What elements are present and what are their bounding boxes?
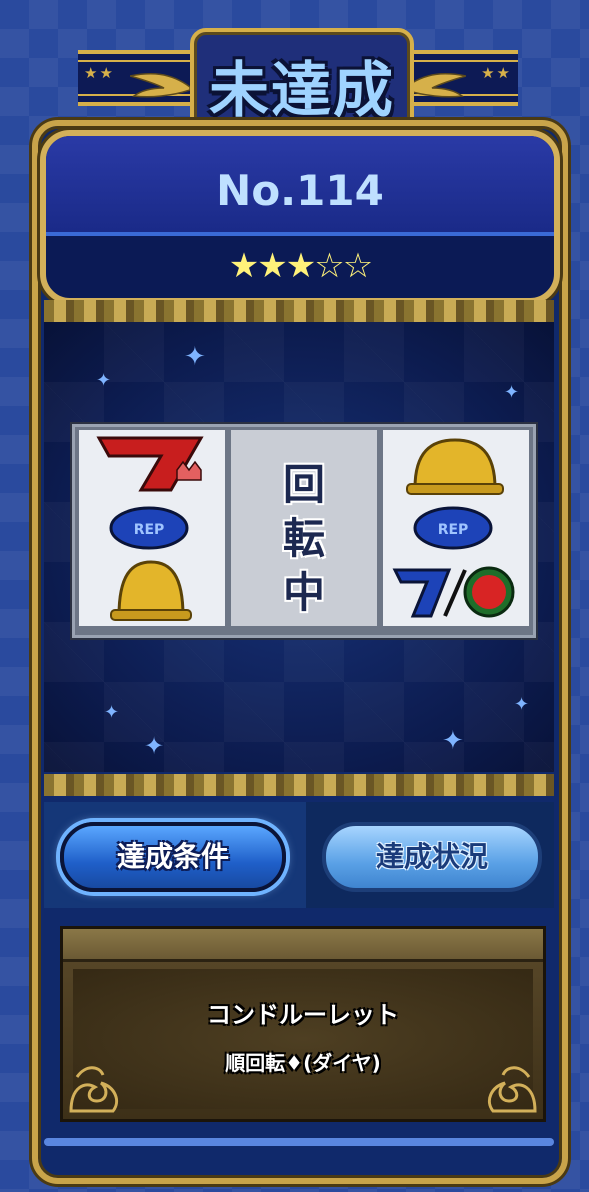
ornament-right-icon <box>488 1066 537 1113</box>
title-banner: ★★ ★★ 未達成 <box>78 28 518 136</box>
banner-stars-right-icon: ★★ <box>481 64 512 82</box>
footer-bar <box>44 1138 554 1146</box>
wing-left-icon <box>130 72 190 98</box>
banner-stars-left-icon: ★★ <box>84 64 115 82</box>
reel-left: REP <box>79 430 225 626</box>
sparkle-icon: ✦ <box>104 702 120 723</box>
gold-border-band <box>44 300 554 322</box>
sparkle-icon: ✦ <box>504 382 520 403</box>
tab-conditions[interactable]: 達成条件 <box>60 822 286 892</box>
blue-seven-watermelon-icon <box>392 566 515 618</box>
blue-replay-icon: REP <box>413 506 493 550</box>
sparkle-icon: ✦ <box>96 370 112 391</box>
gold-bell-icon <box>110 560 192 621</box>
red-seven-crown-icon <box>96 436 204 492</box>
reel-center-spinning: 回 転 中 <box>231 430 377 626</box>
gold-border-band <box>44 774 554 796</box>
tab-progress[interactable]: 達成状況 <box>322 822 542 892</box>
status-title: 未達成 <box>209 56 395 126</box>
condition-title: コンドルーレット <box>207 1001 399 1029</box>
achievement-number: No.114 <box>216 166 384 215</box>
condition-box: コンドルーレット 順回転♦(ダイヤ) <box>60 926 546 1122</box>
star-rating: ★★★☆☆ <box>228 246 373 286</box>
wing-right-icon <box>406 72 466 98</box>
svg-text:REP: REP <box>438 522 469 538</box>
slot-reels: REP 回 転 中 REP <box>72 424 536 638</box>
sparkle-icon: ✦ <box>184 342 206 372</box>
svg-text:REP: REP <box>134 522 165 538</box>
ornament-left-icon <box>69 1066 118 1113</box>
sparkle-icon: ✦ <box>514 694 530 715</box>
gold-bell-icon <box>406 438 504 495</box>
reel-right: REP <box>383 430 529 626</box>
sparkle-icon: ✦ <box>442 726 464 756</box>
blue-replay-icon: REP <box>109 506 189 550</box>
sparkle-icon: ✦ <box>144 732 165 760</box>
spinning-status: 回 転 中 <box>282 460 325 617</box>
achievement-header: No.114 ★★★☆☆ <box>40 130 560 304</box>
